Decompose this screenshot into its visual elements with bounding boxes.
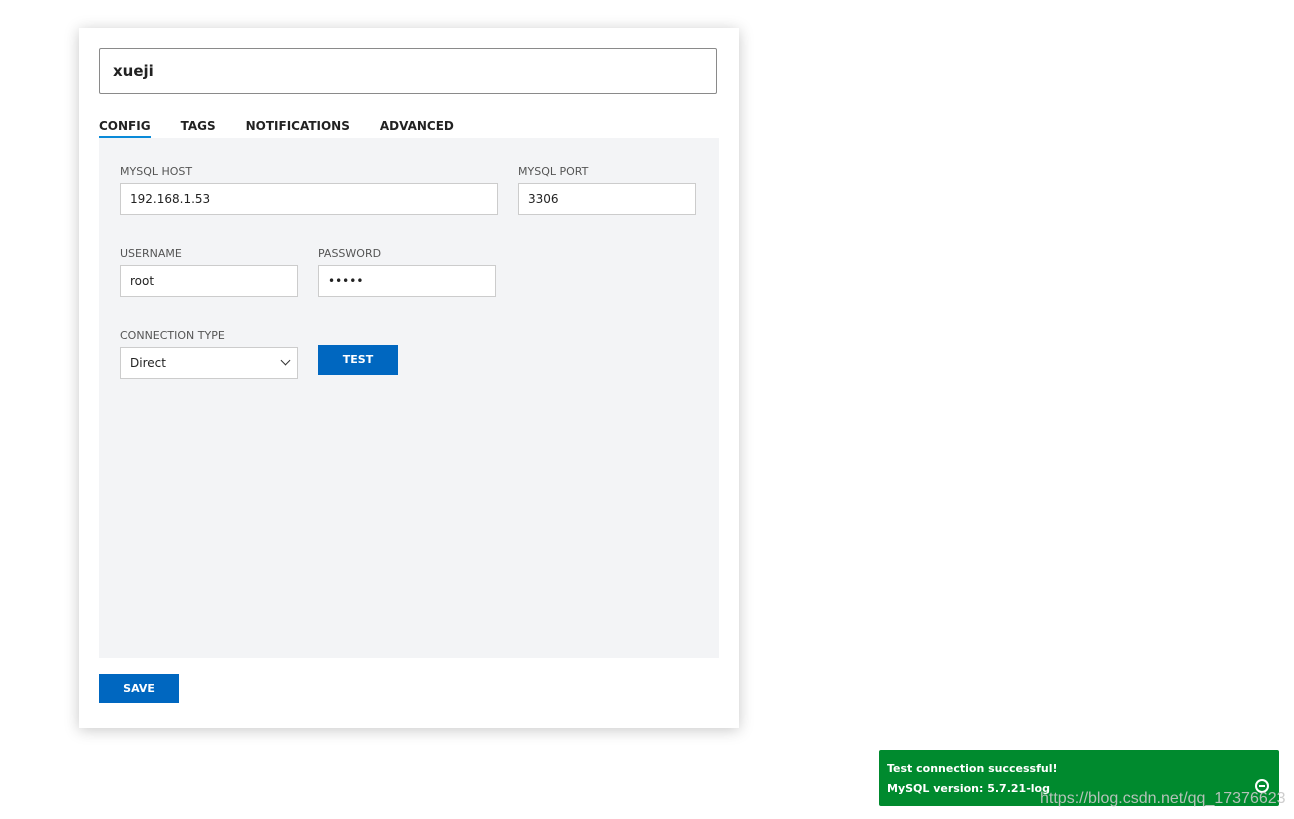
config-card: xueji CONFIG TAGS NOTIFICATIONS ADVANCED… <box>79 28 739 728</box>
mysql-port-input[interactable]: 3306 <box>518 183 696 215</box>
test-button[interactable]: TEST <box>318 345 398 375</box>
chevron-down-icon <box>280 355 291 366</box>
save-button[interactable]: SAVE <box>99 674 179 703</box>
resource-name-input[interactable]: xueji <box>99 48 717 94</box>
watermark: https://blog.csdn.net/qq_17376623 <box>1040 790 1286 807</box>
username-label: USERNAME <box>120 247 182 260</box>
password-input[interactable]: ••••• <box>318 265 496 297</box>
tab-tags[interactable]: TAGS <box>181 119 216 138</box>
connection-type-select[interactable]: Direct <box>120 347 298 379</box>
connection-type-label: CONNECTION TYPE <box>120 329 225 342</box>
toast-message: Test connection successful! <box>887 762 1058 775</box>
tab-notifications[interactable]: NOTIFICATIONS <box>246 119 350 138</box>
mysql-host-label: MYSQL HOST <box>120 165 193 178</box>
password-label: PASSWORD <box>318 247 382 260</box>
mysql-host-input[interactable]: 192.168.1.53 <box>120 183 498 215</box>
mysql-port-label: MYSQL PORT <box>518 165 589 178</box>
tab-bar: CONFIG TAGS NOTIFICATIONS ADVANCED <box>99 119 454 138</box>
config-panel: MYSQL HOST 192.168.1.53 MYSQL PORT 3306 … <box>99 138 719 658</box>
username-input[interactable]: root <box>120 265 298 297</box>
connection-type-value: Direct <box>130 356 166 370</box>
tab-advanced[interactable]: ADVANCED <box>380 119 454 138</box>
toast-detail: MySQL version: 5.7.21-log <box>887 782 1050 795</box>
tab-config[interactable]: CONFIG <box>99 119 151 138</box>
